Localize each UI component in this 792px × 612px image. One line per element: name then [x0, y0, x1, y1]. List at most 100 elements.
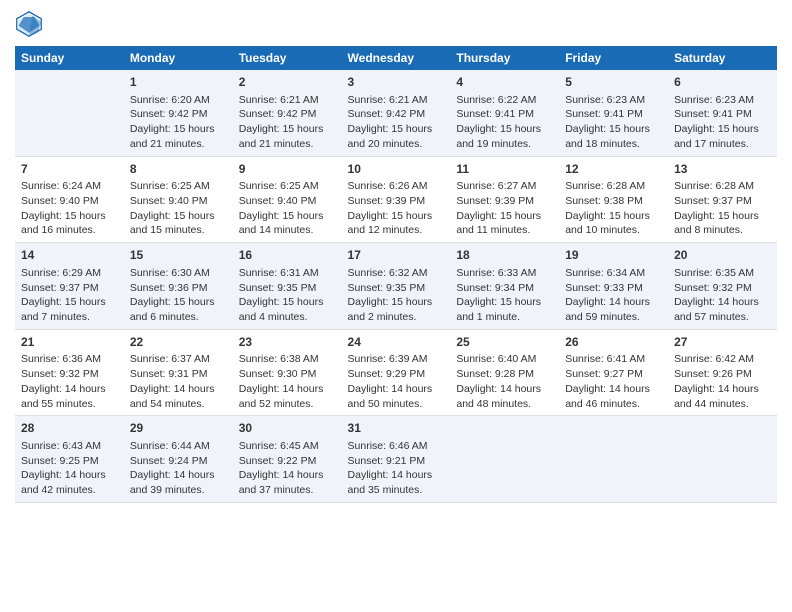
cell-content: Daylight: 14 hours: [674, 295, 771, 310]
cell-content: Daylight: 15 hours: [21, 209, 118, 224]
day-number: 19: [565, 247, 662, 264]
cell-content: Daylight: 15 hours: [456, 209, 553, 224]
calendar-cell: 13Sunrise: 6:28 AMSunset: 9:37 PMDayligh…: [668, 156, 777, 243]
day-number: 20: [674, 247, 771, 264]
day-number: 11: [456, 161, 553, 178]
col-header-thursday: Thursday: [450, 46, 559, 70]
cell-content: and 19 minutes.: [456, 137, 553, 152]
cell-content: Sunrise: 6:25 AM: [130, 179, 227, 194]
cell-content: Sunrise: 6:21 AM: [239, 93, 336, 108]
cell-content: Daylight: 14 hours: [456, 382, 553, 397]
calendar-cell: 18Sunrise: 6:33 AMSunset: 9:34 PMDayligh…: [450, 243, 559, 330]
cell-content: Sunset: 9:21 PM: [348, 454, 445, 469]
cell-content: and 39 minutes.: [130, 483, 227, 498]
cell-content: Sunrise: 6:23 AM: [565, 93, 662, 108]
cell-content: Daylight: 15 hours: [674, 122, 771, 137]
cell-content: and 20 minutes.: [348, 137, 445, 152]
cell-content: Daylight: 15 hours: [239, 295, 336, 310]
cell-content: Daylight: 14 hours: [21, 468, 118, 483]
cell-content: Daylight: 15 hours: [565, 122, 662, 137]
col-header-monday: Monday: [124, 46, 233, 70]
cell-content: Sunrise: 6:20 AM: [130, 93, 227, 108]
cell-content: Sunset: 9:29 PM: [348, 367, 445, 382]
day-number: 31: [348, 420, 445, 437]
page-header: [15, 10, 777, 38]
calendar-cell: 14Sunrise: 6:29 AMSunset: 9:37 PMDayligh…: [15, 243, 124, 330]
calendar-cell: 5Sunrise: 6:23 AMSunset: 9:41 PMDaylight…: [559, 70, 668, 156]
day-number: 6: [674, 74, 771, 91]
calendar-cell: 6Sunrise: 6:23 AMSunset: 9:41 PMDaylight…: [668, 70, 777, 156]
cell-content: Sunrise: 6:27 AM: [456, 179, 553, 194]
cell-content: Sunset: 9:27 PM: [565, 367, 662, 382]
cell-content: and 1 minute.: [456, 310, 553, 325]
cell-content: Sunrise: 6:44 AM: [130, 439, 227, 454]
day-number: 27: [674, 334, 771, 351]
cell-content: Sunset: 9:28 PM: [456, 367, 553, 382]
day-number: 22: [130, 334, 227, 351]
cell-content: Sunrise: 6:23 AM: [674, 93, 771, 108]
calendar-cell: 30Sunrise: 6:45 AMSunset: 9:22 PMDayligh…: [233, 416, 342, 503]
page-container: SundayMondayTuesdayWednesdayThursdayFrid…: [0, 0, 792, 612]
cell-content: Daylight: 15 hours: [239, 209, 336, 224]
cell-content: Sunset: 9:37 PM: [21, 281, 118, 296]
cell-content: Sunset: 9:22 PM: [239, 454, 336, 469]
cell-content: Sunrise: 6:24 AM: [21, 179, 118, 194]
cell-content: Daylight: 15 hours: [21, 295, 118, 310]
cell-content: Daylight: 14 hours: [239, 382, 336, 397]
cell-content: and 17 minutes.: [674, 137, 771, 152]
cell-content: Sunrise: 6:32 AM: [348, 266, 445, 281]
calendar-cell: 29Sunrise: 6:44 AMSunset: 9:24 PMDayligh…: [124, 416, 233, 503]
cell-content: Sunset: 9:40 PM: [239, 194, 336, 209]
cell-content: Sunrise: 6:45 AM: [239, 439, 336, 454]
cell-content: Sunrise: 6:43 AM: [21, 439, 118, 454]
cell-content: and 42 minutes.: [21, 483, 118, 498]
cell-content: and 10 minutes.: [565, 223, 662, 238]
cell-content: Sunrise: 6:37 AM: [130, 352, 227, 367]
cell-content: Daylight: 15 hours: [348, 209, 445, 224]
cell-content: and 2 minutes.: [348, 310, 445, 325]
cell-content: Sunset: 9:32 PM: [21, 367, 118, 382]
cell-content: Daylight: 14 hours: [565, 382, 662, 397]
calendar-cell: [15, 70, 124, 156]
cell-content: Daylight: 15 hours: [456, 295, 553, 310]
cell-content: and 50 minutes.: [348, 397, 445, 412]
cell-content: Daylight: 15 hours: [239, 122, 336, 137]
cell-content: Daylight: 14 hours: [130, 468, 227, 483]
cell-content: Daylight: 14 hours: [348, 468, 445, 483]
day-number: 16: [239, 247, 336, 264]
week-row-5: 28Sunrise: 6:43 AMSunset: 9:25 PMDayligh…: [15, 416, 777, 503]
cell-content: Daylight: 15 hours: [130, 295, 227, 310]
cell-content: Sunrise: 6:39 AM: [348, 352, 445, 367]
cell-content: and 59 minutes.: [565, 310, 662, 325]
calendar-cell: 2Sunrise: 6:21 AMSunset: 9:42 PMDaylight…: [233, 70, 342, 156]
week-row-3: 14Sunrise: 6:29 AMSunset: 9:37 PMDayligh…: [15, 243, 777, 330]
cell-content: Sunset: 9:26 PM: [674, 367, 771, 382]
col-header-friday: Friday: [559, 46, 668, 70]
calendar-cell: [559, 416, 668, 503]
calendar-body: 1Sunrise: 6:20 AMSunset: 9:42 PMDaylight…: [15, 70, 777, 502]
cell-content: and 16 minutes.: [21, 223, 118, 238]
day-number: 28: [21, 420, 118, 437]
calendar-cell: 28Sunrise: 6:43 AMSunset: 9:25 PMDayligh…: [15, 416, 124, 503]
cell-content: Sunset: 9:40 PM: [130, 194, 227, 209]
day-number: 30: [239, 420, 336, 437]
cell-content: Sunset: 9:37 PM: [674, 194, 771, 209]
day-number: 12: [565, 161, 662, 178]
calendar-cell: 22Sunrise: 6:37 AMSunset: 9:31 PMDayligh…: [124, 329, 233, 416]
cell-content: and 48 minutes.: [456, 397, 553, 412]
day-number: 26: [565, 334, 662, 351]
cell-content: and 18 minutes.: [565, 137, 662, 152]
day-number: 1: [130, 74, 227, 91]
day-number: 8: [130, 161, 227, 178]
cell-content: Daylight: 14 hours: [674, 382, 771, 397]
cell-content: Daylight: 14 hours: [21, 382, 118, 397]
cell-content: and 52 minutes.: [239, 397, 336, 412]
cell-content: Daylight: 15 hours: [130, 209, 227, 224]
cell-content: and 11 minutes.: [456, 223, 553, 238]
cell-content: Sunrise: 6:42 AM: [674, 352, 771, 367]
calendar-cell: 15Sunrise: 6:30 AMSunset: 9:36 PMDayligh…: [124, 243, 233, 330]
day-number: 5: [565, 74, 662, 91]
col-header-saturday: Saturday: [668, 46, 777, 70]
calendar-cell: 25Sunrise: 6:40 AMSunset: 9:28 PMDayligh…: [450, 329, 559, 416]
calendar-cell: 19Sunrise: 6:34 AMSunset: 9:33 PMDayligh…: [559, 243, 668, 330]
